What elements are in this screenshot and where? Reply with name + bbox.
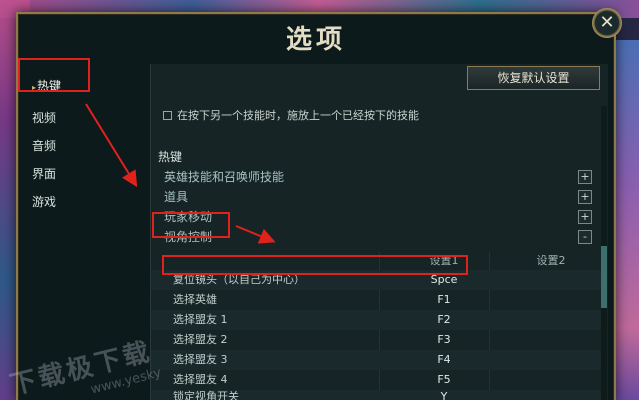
category-label: 英雄技能和召唤师技能 [164,170,285,184]
action-label: 选择盟友 1 [173,313,228,326]
sidebar-item-game[interactable]: 游戏 [32,192,142,212]
category-label: 道具 [164,190,189,204]
checkbox-icon[interactable] [163,110,172,120]
table-row[interactable]: 选择盟友 4 F5 [151,370,603,390]
action-label: 选择盟友 2 [173,333,228,346]
expand-icon[interactable]: + [578,190,592,204]
key1-binding[interactable]: F3 [409,330,479,350]
key1-binding[interactable]: Y [409,390,479,400]
category-label: 玩家移动 [164,210,213,224]
sidebar-item-label: 音频 [32,139,57,153]
table-row[interactable]: 锁定视角开关 Y [151,390,603,400]
sidebar-item-label: 界面 [32,167,57,181]
collapse-icon[interactable]: - [578,230,592,244]
scrollbar-thumb[interactable] [601,246,607,308]
dialog-title: 选项 [285,25,346,55]
expand-icon[interactable]: + [578,170,592,184]
sidebar-item-label: 视频 [32,111,57,125]
sidebar-item-audio[interactable]: 音频 [32,136,142,156]
section-title-hotkeys: 热键 [158,150,183,164]
options-content-panel: 恢复默认设置 在按下另一个技能时，施放上一个已经按下的技能 热键 英雄技能和召唤… [150,64,608,400]
active-marker-icon: ▸ [32,83,37,92]
sidebar-item-interface[interactable]: 界面 [32,164,142,184]
action-label: 复位镜头（以自己为中心） [173,273,305,286]
action-label: 选择盟友 3 [173,353,228,366]
close-button[interactable]: ✕ [592,8,622,38]
hotkey-table-header: 设置1 设置2 [151,252,603,268]
table-row[interactable]: 复位镜头（以自己为中心） Spce [151,270,603,290]
sidebar-item-label: 游戏 [32,195,57,209]
category-camera-control[interactable]: 视角控制 [164,228,594,246]
category-champion-abilities[interactable]: 英雄技能和召唤师技能 [164,168,594,186]
key1-binding[interactable]: F5 [409,370,479,390]
category-player-movement[interactable]: 玩家移动 [164,208,594,226]
table-row[interactable]: 选择盟友 1 F2 [151,310,603,330]
column-header-key1: 设置1 [429,254,459,267]
sidebar-item-label: 热键 [37,79,62,93]
category-label: 视角控制 [164,230,213,244]
category-items[interactable]: 道具 [164,188,594,206]
action-label: 选择盟友 4 [173,373,228,386]
reset-defaults-button[interactable]: 恢复默认设置 [467,66,600,90]
table-row[interactable]: 选择盟友 3 F4 [151,350,603,370]
cast-previous-ability-option[interactable]: 在按下另一个技能时，施放上一个已经按下的技能 [163,108,603,124]
key1-binding[interactable]: F2 [409,310,479,330]
action-label: 选择英雄 [173,293,217,306]
action-label: 锁定视角开关 [173,390,239,400]
sidebar-item-hotkeys[interactable]: ▸热键 [32,76,142,96]
column-header-key2: 设置2 [536,254,566,267]
checkbox-label: 在按下另一个技能时，施放上一个已经按下的技能 [177,109,419,122]
sidebar-item-video[interactable]: 视频 [32,108,142,128]
key1-binding[interactable]: F4 [409,350,479,370]
key1-binding[interactable]: Spce [409,270,479,290]
key1-binding[interactable]: F1 [409,290,479,310]
table-row[interactable]: 选择英雄 F1 [151,290,603,310]
table-row[interactable]: 选择盟友 2 F3 [151,330,603,350]
expand-icon[interactable]: + [578,210,592,224]
